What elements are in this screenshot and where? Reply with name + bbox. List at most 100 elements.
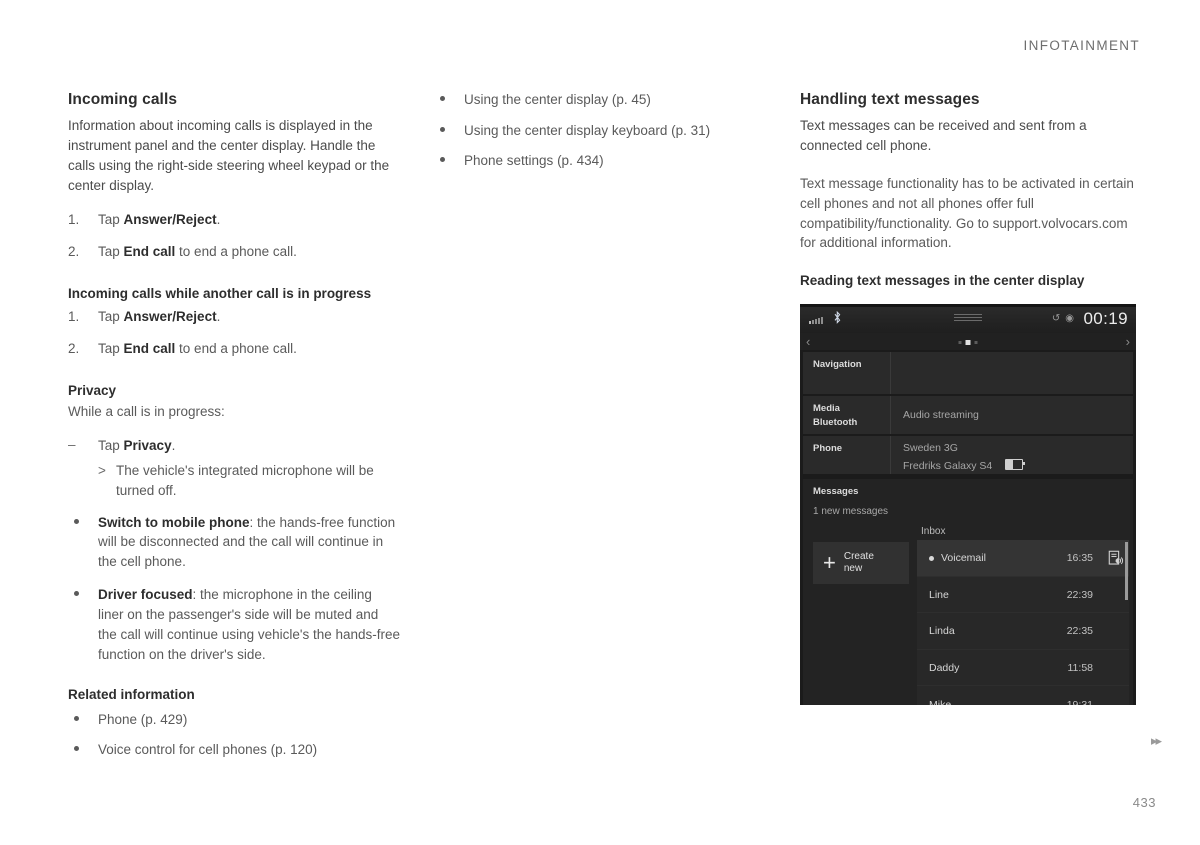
bluetooth-icon xyxy=(834,311,841,326)
tile-phone[interactable]: Phone Sweden 3G Fredriks Galaxy S4 xyxy=(803,436,1133,475)
row-action-placeholder xyxy=(1103,650,1129,686)
messages-panel: Messages 1 new messages Inbox + Create n… xyxy=(803,479,1133,706)
list-item[interactable]: Phone (p. 429) xyxy=(68,710,400,730)
create-new-line1: Create xyxy=(843,550,874,562)
tile-media-label-line1: Media xyxy=(813,403,840,415)
related-link[interactable]: Phone settings (p. 434) xyxy=(464,153,604,168)
create-new-line2: new xyxy=(843,563,863,575)
page-header-title: INFOTAINMENT xyxy=(1023,38,1140,53)
page-number: 433 xyxy=(1132,795,1156,810)
tile-phone-device-row: Fredriks Galaxy S4 xyxy=(903,458,1133,474)
dash-pre: Tap xyxy=(98,437,124,453)
privacy-heading: Privacy xyxy=(68,382,117,398)
list-item[interactable]: Using the center display keyboard (p. 31… xyxy=(434,121,766,141)
center-display-illustration: ↺ ◉ 00:19 ‹ › Navigation Media Bluetooth… xyxy=(800,304,1136,706)
incoming-calls-intro: Information about incoming calls is disp… xyxy=(68,118,390,193)
messages-panel-title: Messages xyxy=(813,486,859,498)
column-one: Incoming calls Information about incomin… xyxy=(68,90,400,771)
signal-bars-icon xyxy=(809,317,823,325)
chevron-left-icon[interactable]: ‹ xyxy=(806,333,810,350)
privacy-options-list: Switch to mobile phone: the hands-free f… xyxy=(68,513,400,665)
status-mini-icons: ↺ ◉ xyxy=(1052,314,1074,324)
handling-text-messages-lead: Text messages can be received and sent f… xyxy=(800,118,1087,153)
tile-phone-carrier: Sweden 3G xyxy=(903,442,958,455)
list-item[interactable]: Using the center display (p. 45) xyxy=(434,90,766,110)
incoming-calls-heading: Incoming calls xyxy=(68,91,178,108)
tile-navigation[interactable]: Navigation xyxy=(803,352,1133,395)
related-link[interactable]: Using the center display (p. 45) xyxy=(464,92,651,107)
list-item[interactable]: Voice control for cell phones (p. 120) xyxy=(68,740,400,760)
row-action-placeholder xyxy=(1103,613,1129,649)
column-three: Handling text messages Text messages can… xyxy=(800,90,1136,706)
tile-media-bluetooth[interactable]: Media Bluetooth Audio streaming xyxy=(803,396,1133,435)
incoming-calls-steps: 1. Tap Answer/Reject. 2. Tap End call to e… xyxy=(68,210,400,262)
option-name: Driver focused xyxy=(98,587,193,603)
option-name: Switch to mobile phone xyxy=(98,514,250,530)
chevron-right-icon[interactable]: › xyxy=(1126,333,1130,350)
table-row[interactable]: Linda 22:35 xyxy=(917,613,1129,650)
inbox-message-list[interactable]: Voicemail 16:35 Line 22:39 Linda 22:35 D… xyxy=(917,540,1129,706)
list-item: Switch to mobile phone: the hands-free f… xyxy=(68,513,400,573)
list-item: Driver focused: the microphone in the ce… xyxy=(68,585,400,664)
step-post: . xyxy=(216,308,221,324)
dash-marker: – xyxy=(68,436,76,452)
step-number: 2. xyxy=(68,244,80,260)
tile-navigation-value xyxy=(891,352,1133,394)
bullet-icon xyxy=(440,126,445,132)
bullet-icon xyxy=(440,96,445,101)
privacy-dash-list: – Tap Privacy. xyxy=(68,436,400,456)
tile-phone-label: Phone xyxy=(803,436,891,475)
tile-phone-device: Fredriks Galaxy S4 xyxy=(903,459,993,472)
related-link[interactable]: Using the center display keyboard (p. 31… xyxy=(464,123,710,138)
page-indicator-dots xyxy=(958,340,978,346)
tile-navigation-label: Navigation xyxy=(803,352,891,395)
drag-handle-icon[interactable] xyxy=(954,314,982,323)
battery-icon xyxy=(1005,458,1026,470)
create-new-label: Create new xyxy=(844,551,874,576)
table-row[interactable]: Line 22:39 xyxy=(917,576,1129,614)
row-action-placeholder xyxy=(1103,686,1129,705)
step-pre: Tap xyxy=(98,244,124,260)
handling-text-messages-body: Text message functionality has to be act… xyxy=(800,175,1134,251)
privacy-result: > The vehicle's integrated microphone wil… xyxy=(98,461,400,500)
bullet-icon xyxy=(74,715,79,721)
handling-text-messages-heading: Handling text messages xyxy=(800,91,980,108)
message-sender: Mike xyxy=(929,698,952,706)
bullet-icon xyxy=(74,591,79,597)
related-link[interactable]: Voice control for cell phones (p. 120) xyxy=(98,742,317,757)
related-information-list: Phone (p. 429) Voice control for cell ph… xyxy=(68,710,400,760)
related-information-heading: Related information xyxy=(68,686,195,702)
privacy-result-wrap: > The vehicle's integrated microphone wil… xyxy=(98,461,400,500)
bullet-icon xyxy=(440,157,445,163)
step-item: 1. Tap Answer/Reject. xyxy=(68,307,400,327)
messages-new-count: 1 new messages xyxy=(813,506,889,518)
message-sender: Daddy xyxy=(929,661,960,674)
table-row[interactable]: Voicemail 16:35 xyxy=(917,540,1129,577)
continuation-marker-icon: ▸▸ xyxy=(1150,733,1162,748)
table-row[interactable]: Mike 19:31 xyxy=(917,686,1129,706)
message-time: 16:35 xyxy=(1066,552,1093,565)
list-item[interactable]: Phone settings (p. 434) xyxy=(434,151,766,171)
inbox-scrollbar[interactable] xyxy=(1125,542,1128,601)
step-bold: Answer/Reject xyxy=(123,211,217,227)
step-bold: Answer/Reject xyxy=(123,308,217,324)
step-post: to end a phone call. xyxy=(175,244,297,260)
table-row[interactable]: Daddy 11:58 xyxy=(917,649,1129,687)
tile-phone-values: Sweden 3G Fredriks Galaxy S4 xyxy=(891,436,1133,474)
privacy-dash-item: – Tap Privacy. xyxy=(68,436,400,456)
step-number: 2. xyxy=(68,341,80,357)
create-new-button[interactable]: + Create new xyxy=(813,542,909,585)
related-link[interactable]: Phone (p. 429) xyxy=(98,712,187,727)
message-time: 19:31 xyxy=(1066,698,1093,706)
step-pre: Tap xyxy=(98,308,124,324)
step-item: 2. Tap End call to end a phone call. xyxy=(68,242,400,262)
result-marker-icon: > xyxy=(98,463,106,479)
another-call-subheading: Incoming calls while another call is in … xyxy=(68,285,372,301)
step-number: 1. xyxy=(68,308,80,324)
another-call-steps: 1. Tap Answer/Reject. 2. Tap End call to e… xyxy=(68,307,400,359)
step-item: 1. Tap Answer/Reject. xyxy=(68,210,400,230)
message-sender: Line xyxy=(929,588,949,601)
step-item: 2. Tap End call to end a phone call. xyxy=(68,339,400,359)
message-time: 11:58 xyxy=(1067,661,1094,674)
display-clock: 00:19 xyxy=(1083,309,1128,329)
